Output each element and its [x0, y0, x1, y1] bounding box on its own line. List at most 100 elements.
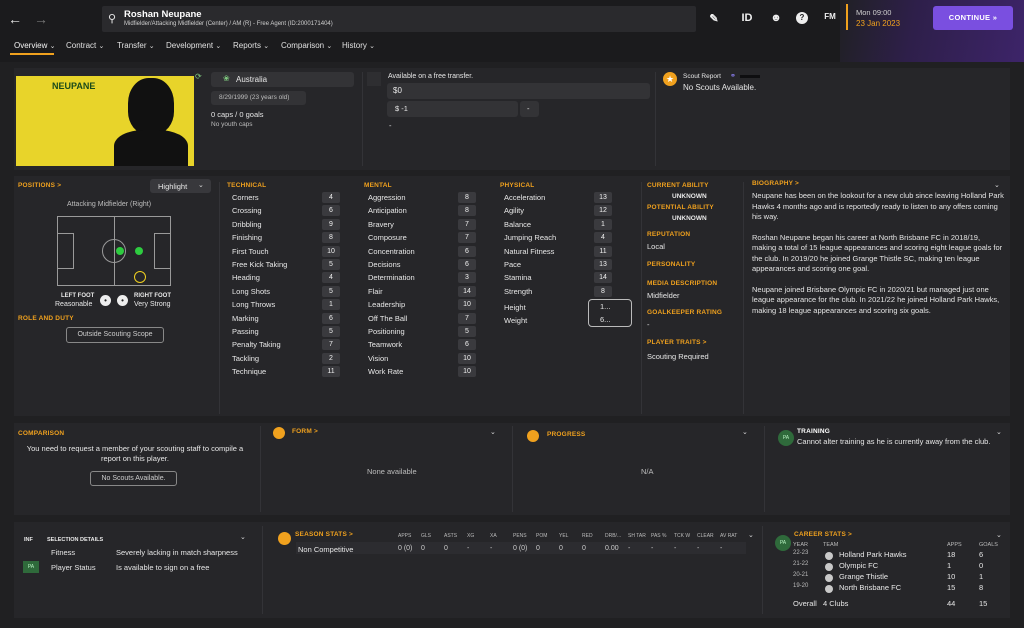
attribute-row[interactable]: Off The Ball 7 [368, 312, 476, 326]
chevron-down-icon[interactable]: ⌄ [996, 531, 1002, 539]
attribute-value: 11 [594, 245, 612, 257]
attribute-row[interactable]: Positioning 5 [368, 326, 476, 339]
chevron-down-icon[interactable]: ⌄ [490, 428, 496, 436]
wage-option[interactable]: - [520, 101, 539, 117]
chevron-down-icon[interactable]: ⌄ [240, 533, 246, 541]
attribute-row[interactable]: Flair 14 [368, 285, 476, 299]
season-stats-row: 0 (0) 0 0 - - 0 (0) 0 0 0 0.00 - - - - - [398, 545, 748, 555]
career-team[interactable]: Holland Park Hawks [839, 550, 907, 561]
reputation-value: Local [647, 242, 665, 251]
attribute-row[interactable]: Bravery 7 [368, 218, 476, 232]
attribute-row[interactable]: Penalty Taking 7 [232, 339, 340, 352]
positions-title[interactable]: POSITIONS > [18, 182, 61, 189]
attribute-row[interactable]: Crossing 6 [232, 205, 340, 218]
attribute-row[interactable]: Long Throws 1 [232, 299, 340, 312]
fm-icon[interactable]: FM [822, 12, 838, 21]
attribute-row[interactable]: Decisions 6 [368, 259, 476, 272]
attribute-row[interactable]: Technique 11 [232, 366, 340, 379]
assistant-icon[interactable]: ☻ [768, 12, 784, 24]
attribute-row[interactable]: Natural Fitness 11 [504, 245, 612, 259]
technical-attributes: Corners 4 Crossing 6 Dribbling 9 Finishing 8 Fir… [232, 192, 364, 382]
career-stats-title[interactable]: CAREER STATS > [794, 531, 852, 538]
attribute-row[interactable]: Composure 7 [368, 232, 476, 245]
chevron-down-icon[interactable]: ⌄ [996, 428, 1002, 436]
goalkeeper-rating-value: - [647, 320, 650, 329]
attribute-name: Flair [368, 286, 383, 296]
attribute-row[interactable]: Leadership 10 [368, 299, 476, 312]
attribute-row[interactable]: Determination 3 [368, 272, 476, 285]
attribute-row[interactable]: Jumping Reach 4 [504, 232, 612, 245]
no-scouts-button[interactable]: No Scouts Available. [90, 471, 177, 486]
tab-contract[interactable]: Contract ⌄ [66, 41, 104, 50]
continue-button[interactable]: CONTINUE » [933, 6, 1013, 30]
divider [641, 182, 642, 414]
attribute-row[interactable]: Anticipation 8 [368, 205, 476, 218]
fitness-value: Severely lacking in match sharpness [116, 548, 238, 557]
height-value[interactable]: 1... [600, 302, 610, 311]
career-team[interactable]: Grange Thistle [839, 572, 888, 583]
outside-scope-button[interactable]: Outside Scouting Scope [66, 327, 164, 343]
game-date[interactable]: 23 Jan 2023 [856, 19, 900, 28]
tab-overview[interactable]: Overview ⌄ [14, 41, 55, 50]
attribute-value: 6 [458, 259, 476, 270]
attribute-row[interactable]: Concentration 6 [368, 245, 476, 259]
attribute-row[interactable]: Heading 4 [232, 272, 340, 285]
career-team[interactable]: North Brisbane FC [839, 583, 901, 594]
attribute-row[interactable]: Marking 6 [232, 312, 340, 326]
attribute-row[interactable]: Teamwork 6 [368, 339, 476, 352]
career-apps: 1 [947, 561, 952, 570]
chevron-down-icon[interactable]: ⌄ [742, 428, 748, 436]
attribute-row[interactable]: Balance 1 [504, 218, 612, 232]
attribute-row[interactable]: Stamina 14 [504, 272, 612, 285]
player-traits-label[interactable]: PLAYER TRAITS > [647, 339, 707, 346]
weight-value[interactable]: 6... [600, 315, 610, 324]
biography-title[interactable]: BIOGRAPHY > [752, 180, 799, 187]
attribute-name: Penalty Taking [232, 340, 281, 350]
attribute-row[interactable]: Finishing 8 [232, 232, 340, 245]
season-stat-value: - [467, 545, 470, 552]
tab-transfer[interactable]: Transfer ⌄ [117, 41, 155, 50]
career-team[interactable]: Olympic FC [839, 561, 878, 572]
season-stats-icon [278, 532, 291, 545]
attribute-row[interactable]: Work Rate 10 [368, 366, 476, 379]
attribute-row[interactable]: Pace 13 [504, 259, 612, 272]
attribute-row[interactable]: First Touch 10 [232, 245, 340, 259]
wage-option-value: - [527, 104, 530, 113]
tab-development[interactable]: Development ⌄ [166, 41, 221, 50]
edit-icon[interactable]: ✎ [706, 12, 722, 25]
attribute-row[interactable]: Vision 10 [368, 352, 476, 366]
season-stat-value: - [651, 545, 654, 552]
highlight-label: Highlight [158, 182, 188, 191]
chevron-down-icon[interactable]: ⌄ [994, 181, 1000, 189]
tab-comparison[interactable]: Comparison ⌄ [281, 41, 332, 50]
form-title[interactable]: FORM > [292, 428, 318, 435]
highlight-dropdown[interactable]: Highlight ⌄ [150, 179, 211, 193]
attribute-row[interactable]: Strength 8 [504, 285, 612, 299]
attribute-row[interactable]: Passing 5 [232, 326, 340, 339]
attribute-row[interactable]: Free Kick Taking 5 [232, 259, 340, 272]
career-apps: 15 [947, 583, 956, 592]
id-icon[interactable]: ID [739, 12, 755, 24]
asking-price-field[interactable]: $0 [387, 83, 650, 99]
attribute-row[interactable]: Acceleration 13 [504, 192, 612, 205]
wage-field[interactable]: $ -1 [387, 101, 518, 117]
season-stats-title[interactable]: SEASON STATS > [295, 531, 353, 538]
biography-text: Neupane has been on the lookout for a ne… [752, 191, 1004, 316]
nation-field[interactable]: ❀ Australia [211, 72, 354, 87]
attribute-row[interactable]: Aggression 8 [368, 192, 476, 205]
attribute-row[interactable]: Long Shots 5 [232, 285, 340, 299]
career-year: 19-20 [793, 583, 809, 589]
help-icon[interactable]: ? [796, 12, 808, 24]
tab-history[interactable]: History ⌄ [342, 41, 375, 50]
forward-arrow-icon[interactable]: → [32, 10, 50, 28]
attribute-row[interactable]: Tackling 2 [232, 352, 340, 366]
chevron-down-icon[interactable]: ⌄ [748, 531, 754, 539]
attribute-row[interactable]: Corners 4 [232, 192, 340, 205]
attribute-row[interactable]: Dribbling 9 [232, 218, 340, 232]
back-arrow-icon[interactable]: ← [6, 10, 24, 28]
refresh-icon[interactable]: ⟳ [195, 72, 202, 81]
player-search-bar[interactable]: ⚲ Roshan Neupane Midfielder/Attacking Mi… [102, 6, 696, 32]
right-foot-label: RIGHT FOOT [134, 293, 171, 299]
attribute-row[interactable]: Agility 12 [504, 205, 612, 218]
tab-reports[interactable]: Reports ⌄ [233, 41, 269, 50]
